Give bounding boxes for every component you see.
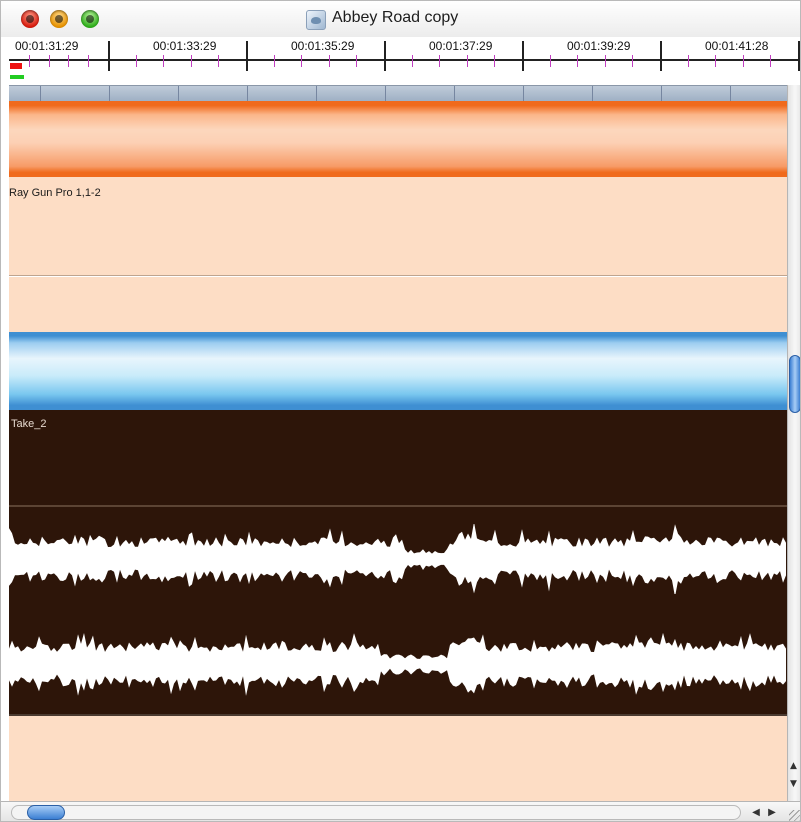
- minor-tick: [632, 55, 633, 67]
- track-lane-raygun[interactable]: [9, 177, 787, 276]
- minor-tick: [29, 55, 30, 67]
- minor-tick: [68, 55, 69, 67]
- segment-divider: [316, 86, 317, 102]
- major-tick: [384, 41, 386, 71]
- major-tick: [660, 41, 662, 71]
- minor-tick: [136, 55, 137, 67]
- resize-grip-icon[interactable]: [789, 810, 800, 821]
- minor-tick: [218, 55, 219, 67]
- track-lane-empty[interactable]: [9, 277, 787, 332]
- segment-divider: [730, 86, 731, 102]
- waveform-left-channel[interactable]: [9, 524, 787, 594]
- minor-tick: [49, 55, 50, 67]
- minor-tick: [274, 55, 275, 67]
- segment-divider: [661, 86, 662, 102]
- time-ruler[interactable]: 00:01:31:29 00:01:33:29 00:01:35:29 00:0…: [1, 37, 800, 85]
- minor-tick: [550, 55, 551, 67]
- minor-tick: [577, 55, 578, 67]
- segment-divider: [523, 86, 524, 102]
- playhead-in-marker[interactable]: [10, 63, 22, 69]
- lane-divider: [9, 505, 787, 507]
- window-title: Abbey Road copy: [332, 9, 459, 26]
- segment-divider: [385, 86, 386, 102]
- lane-divider: [9, 275, 787, 276]
- minor-tick: [412, 55, 413, 67]
- segment-divider: [592, 86, 593, 102]
- timecode-label: 00:01:39:29: [567, 39, 631, 53]
- horizontal-scroll-thumb[interactable]: [27, 805, 65, 820]
- timecode-label: 00:01:35:29: [291, 39, 355, 53]
- minor-tick: [467, 55, 468, 67]
- vertical-scroll-thumb[interactable]: [789, 355, 800, 413]
- minor-tick: [770, 55, 771, 67]
- minor-tick: [329, 55, 330, 67]
- track-label: Ray Gun Pro 1,1-2: [9, 187, 101, 199]
- segment-divider: [454, 86, 455, 102]
- segment-divider: [40, 86, 41, 102]
- arrow-right-icon[interactable]: ▶: [765, 805, 779, 820]
- vertical-scrollbar[interactable]: ▲ ▼: [787, 85, 800, 801]
- track-label: Take_2: [11, 418, 47, 430]
- track-header-blue[interactable]: [9, 332, 787, 410]
- minor-tick: [163, 55, 164, 67]
- segment-divider: [109, 86, 110, 102]
- playhead-out-marker[interactable]: [10, 75, 24, 79]
- zoom-button[interactable]: [81, 10, 99, 28]
- arrow-up-icon[interactable]: ▲: [790, 761, 797, 771]
- minor-tick: [688, 55, 689, 67]
- minor-tick: [743, 55, 744, 67]
- minor-tick: [301, 55, 302, 67]
- timecode-label: 00:01:31:29: [15, 39, 79, 53]
- minimize-button[interactable]: [50, 10, 68, 28]
- timecode-label: 00:01:37:29: [429, 39, 493, 53]
- track-lane-bottom[interactable]: [9, 714, 787, 801]
- major-tick: [246, 41, 248, 71]
- waveform-right-channel[interactable]: [9, 629, 787, 699]
- title-bar[interactable]: Abbey Road copy: [1, 1, 800, 37]
- major-tick: [108, 41, 110, 71]
- close-button[interactable]: [21, 10, 39, 28]
- minor-tick: [356, 55, 357, 67]
- track-header-orange[interactable]: [9, 101, 787, 177]
- arrow-left-icon[interactable]: ◀: [749, 805, 763, 820]
- minor-tick: [439, 55, 440, 67]
- audio-editor-window: Abbey Road copy 00:01:31:29 00:01:33:29 …: [0, 0, 801, 822]
- track-segment-strip: [9, 85, 787, 102]
- segment-divider: [247, 86, 248, 102]
- arrow-down-icon[interactable]: ▼: [790, 779, 797, 789]
- minor-tick: [605, 55, 606, 67]
- audio-document-icon: [306, 10, 326, 30]
- minor-tick: [88, 55, 89, 67]
- minor-tick: [494, 55, 495, 67]
- timecode-label: 00:01:33:29: [153, 39, 217, 53]
- horizontal-scrollbar[interactable]: ◀ ▶: [1, 801, 800, 821]
- major-tick: [798, 41, 800, 71]
- segment-divider: [178, 86, 179, 102]
- ruler-baseline: [9, 59, 800, 61]
- minor-tick: [715, 55, 716, 67]
- horizontal-scroll-track[interactable]: [11, 805, 741, 820]
- minor-tick: [191, 55, 192, 67]
- timecode-label: 00:01:41:28: [705, 39, 769, 53]
- major-tick: [522, 41, 524, 71]
